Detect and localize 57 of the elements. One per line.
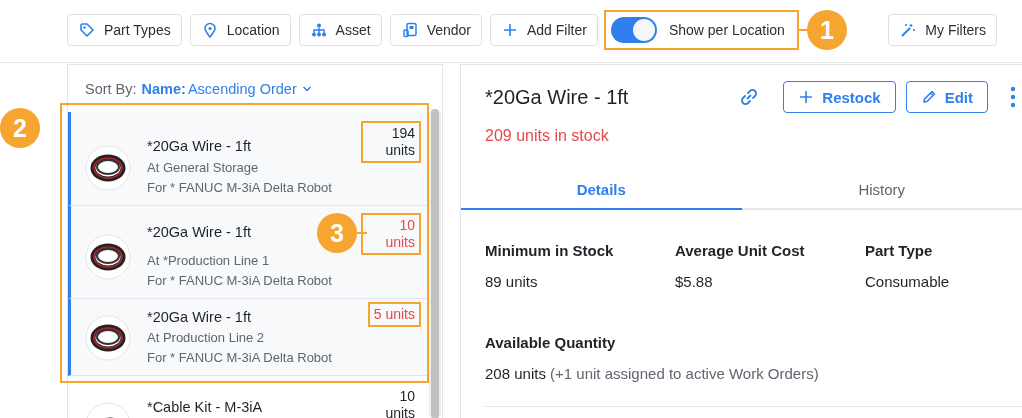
filter-button[interactable]: Add Filter xyxy=(490,14,598,46)
stock-text: 209 units in stock xyxy=(484,126,610,145)
quantity-text: 10 units xyxy=(363,215,419,253)
my-filters-button[interactable]: My Filters xyxy=(888,14,997,46)
quantity-text: 10 units xyxy=(384,387,416,418)
callout-number: 1 xyxy=(806,10,847,50)
part-title: *20Ga Wire - 1ft xyxy=(485,85,630,109)
part-name: *20Ga Wire - 1ft xyxy=(147,223,251,241)
wire-coil-thumbnail xyxy=(85,315,131,361)
part-name: *Cable Kit - M-3iA xyxy=(147,398,263,416)
asset-text: For * FANUC M-3iA Delta Robot xyxy=(147,349,333,367)
field-label: Available Quantity xyxy=(485,334,617,351)
pencil-icon xyxy=(920,89,937,105)
filter-button[interactable]: Part Types xyxy=(67,14,182,46)
field-value: 208 units xyxy=(485,365,546,382)
wire-coil-thumbnail xyxy=(85,144,131,191)
list-row[interactable]: *20Ga Wire - 1ft At General Storage For * FANUC M-3iA Delta Robot 194 units xyxy=(68,112,427,206)
magic-wand-icon xyxy=(900,22,917,38)
chevron-down-icon xyxy=(301,84,312,93)
toggle-switch[interactable] xyxy=(610,17,657,43)
part-name: *20Ga Wire - 1ft xyxy=(147,137,251,155)
tab[interactable]: History xyxy=(741,181,1022,210)
part-name: *20Ga Wire - 1ft xyxy=(147,308,251,326)
tag-icon xyxy=(79,22,95,38)
restock-button[interactable]: Restock xyxy=(783,81,896,113)
location-pin-icon xyxy=(201,22,218,38)
asset-text: For * FANUC M-3iA Delta Robot xyxy=(147,179,333,197)
field-label: Minimum in Stock xyxy=(485,242,615,259)
location-text: At General Storage xyxy=(147,159,260,177)
list-row[interactable]: *20Ga Wire - 1ft At Production Line 2 For * FANUC M-3iA Delta Robot 5 units xyxy=(68,299,427,376)
link-icon[interactable] xyxy=(739,87,760,107)
field-label: Part Type xyxy=(865,242,934,259)
filter-button[interactable]: Vendor xyxy=(389,14,482,46)
quantity-text: 194 units xyxy=(363,123,419,161)
plus-icon xyxy=(798,89,815,105)
toggle-label: Show per Location xyxy=(668,22,785,38)
sort-dropdown[interactable]: Name:Ascending Order xyxy=(141,80,312,97)
location-text: At *Production Line 1 xyxy=(147,252,271,270)
storefront-icon xyxy=(401,22,418,38)
filter-button[interactable]: Asset xyxy=(298,14,382,46)
assigned-note: (+1 unit assigned to active Work Orders) xyxy=(550,365,819,382)
quantity-text: 5 units xyxy=(369,304,419,325)
tab[interactable]: Details xyxy=(461,181,742,210)
asset-text: For * FANUC M-3iA Delta Robot xyxy=(147,272,333,290)
wire-coil-thumbnail xyxy=(85,234,131,280)
plus-icon xyxy=(502,22,518,38)
field-value: $5.88 xyxy=(675,273,714,290)
edit-button[interactable]: Edit xyxy=(905,81,988,113)
field-value: Consumable xyxy=(865,273,951,290)
hierarchy-icon xyxy=(310,22,327,38)
sort-label: Sort By: xyxy=(85,80,137,97)
field-label: Average Unit Cost xyxy=(675,242,806,259)
filter-button[interactable]: Location xyxy=(189,14,291,46)
location-text: At Production Line 2 xyxy=(147,329,266,347)
callout-number: 2 xyxy=(0,108,40,148)
more-options-icon[interactable] xyxy=(1010,86,1016,108)
field-value: 89 units xyxy=(485,273,539,290)
